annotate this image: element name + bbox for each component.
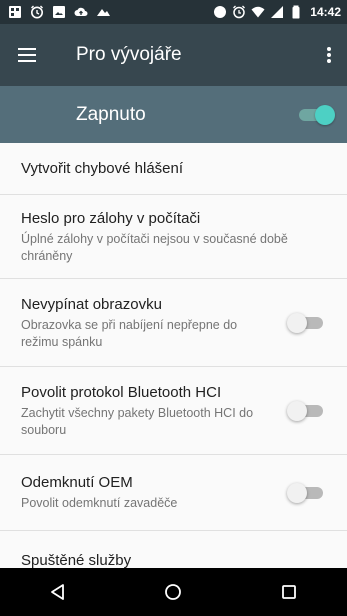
- cloud-icon: [96, 5, 110, 19]
- gallery-icon: [52, 5, 66, 19]
- clock-app-icon: [30, 5, 44, 19]
- toggle-thumb: [287, 401, 307, 421]
- page-title: Pro vývojáře: [76, 44, 182, 65]
- item-title: Odemknutí OEM: [21, 474, 133, 491]
- settings-list: Vytvořit chybové hlášení Heslo pro záloh…: [0, 143, 347, 591]
- item-subtitle: Zachytit všechny pakety Bluetooth HCI do…: [21, 405, 254, 437]
- item-subtitle: Obrazovka se při nabíjení nepřepne do re…: [21, 317, 238, 349]
- toggle-thumb: [287, 483, 307, 503]
- master-toggle[interactable]: [297, 105, 335, 125]
- app-bar: Pro vývojáře: [0, 24, 347, 86]
- bbm-icon: [8, 5, 22, 19]
- list-item-stay-awake[interactable]: Nevypínat obrazovku Obrazovka se při nab…: [0, 279, 347, 367]
- status-time: 14:42: [310, 5, 341, 19]
- status-bar-right: 14:42: [213, 5, 341, 19]
- battery-icon: [289, 5, 303, 19]
- master-switch-label: Zapnuto: [76, 103, 146, 125]
- cloud-upload-icon: [74, 5, 88, 19]
- status-bar-left: [8, 5, 110, 19]
- list-item-backup-password[interactable]: Heslo pro zálohy v počítači Úplné zálohy…: [0, 195, 347, 279]
- home-circle-icon[interactable]: [143, 568, 203, 616]
- wifi-icon: [251, 5, 265, 19]
- item-subtitle: Úplné zálohy v počítači nejsou v současn…: [21, 231, 288, 263]
- master-switch-bar[interactable]: Zapnuto: [0, 86, 347, 143]
- bluetooth-hci-toggle[interactable]: [287, 401, 325, 421]
- recents-square-icon[interactable]: [259, 568, 319, 616]
- item-subtitle: Povolit odemknutí zavaděče: [21, 496, 178, 510]
- more-vert-icon[interactable]: [311, 24, 347, 86]
- list-item-bug-report[interactable]: Vytvořit chybové hlášení: [0, 143, 347, 195]
- list-item-bluetooth-hci[interactable]: Povolit protokol Bluetooth HCI Zachytit …: [0, 367, 347, 455]
- list-item-oem-unlock[interactable]: Odemknutí OEM Povolit odemknutí zavaděče: [0, 455, 347, 531]
- toggle-thumb: [315, 105, 335, 125]
- item-title: Heslo pro zálohy v počítači: [21, 209, 201, 227]
- stay-awake-toggle[interactable]: [287, 313, 325, 333]
- signal-icon: [270, 5, 284, 19]
- toggle-thumb: [287, 313, 307, 333]
- alarm-icon: [232, 5, 246, 19]
- status-bar: 14:42: [0, 0, 347, 24]
- hamburger-menu-icon[interactable]: [0, 24, 54, 86]
- item-title: Vytvořit chybové hlášení: [21, 159, 184, 177]
- item-title: Nevypínat obrazovku: [21, 295, 162, 313]
- navigation-bar: [0, 568, 347, 616]
- back-triangle-icon[interactable]: [28, 568, 88, 616]
- oem-unlock-toggle[interactable]: [287, 483, 325, 503]
- bbm-dot-icon: [213, 5, 227, 19]
- item-title: Povolit protokol Bluetooth HCI: [21, 383, 222, 401]
